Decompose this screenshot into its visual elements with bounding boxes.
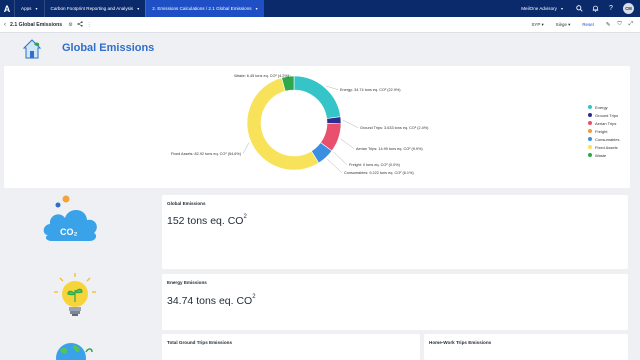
legend-label: Consumables [595, 136, 620, 142]
data-label: Consumables: 9.222 tons eq. CO² (6.1%) [344, 171, 414, 175]
leader-line [242, 142, 250, 154]
data-label: Fixed Assets: 82.92 tons eq. CO² (54.6%) [171, 152, 242, 156]
legend-label: Aerian Trips [595, 120, 617, 126]
nav-tab-apps[interactable]: Apps ▾ [14, 0, 44, 17]
chevron-down-icon: ▾ [568, 21, 571, 27]
chart-legend: Energy Ground Trips Aerian Trips Freight Con… [588, 103, 619, 159]
bookmark-icon[interactable]: ⛉ [617, 21, 621, 28]
home-work-trips-emissions-card: Home-Work Trips Emissions [424, 334, 628, 360]
globe-illustration [40, 338, 110, 360]
nav-tab-label: Apps [21, 6, 32, 11]
legend-item[interactable]: Energy [588, 103, 619, 111]
app-logo[interactable]: A [0, 0, 14, 17]
lightbulb-illustration [40, 272, 110, 324]
data-label: Freight: 0 tons eq. CO² (0.0%) [349, 163, 401, 167]
page-header: Global Emissions [4, 35, 636, 65]
site-selector[interactable]: Siège ▾ [556, 22, 571, 28]
data-label: Aerian Trips: 14.99 tons eq. CO² (9.9%) [356, 147, 423, 151]
back-icon[interactable]: ‹ [0, 22, 10, 28]
legend-label: Fixed Assets [595, 144, 618, 150]
card-title: Home-Work Trips Emissions [429, 340, 492, 345]
legend-swatch [588, 113, 592, 117]
card-title: Total Ground Trips Emissions [167, 340, 233, 345]
global-emissions-card: Global Emissions 152 tons eq. CO2 [162, 195, 628, 269]
bell-icon[interactable] [587, 0, 603, 17]
site-value: Siège [555, 21, 567, 27]
nav-tab-label: Carbon Footprint Reporting and Analysis [50, 6, 134, 11]
edit-icon[interactable]: ✎ [606, 22, 611, 28]
legend-item[interactable]: Aerian Trips [588, 119, 619, 127]
reset-button[interactable]: Reset [582, 22, 593, 27]
search-icon[interactable] [571, 0, 587, 17]
card-title: Energy Emissions [167, 280, 207, 285]
leader-line [340, 138, 355, 149]
gear-icon[interactable]: ⚙ [68, 22, 72, 28]
chevron-down-icon: ▾ [255, 6, 258, 11]
slice-energy[interactable] [293, 75, 341, 119]
legend-swatch [588, 137, 592, 141]
global-emissions-value: 152 tons eq. CO2 [167, 214, 247, 227]
donut-chart: Energy: 34.74 tons eq. CO² (22.9%) Ground… [171, 74, 429, 175]
nav-tab-label: 2. Emissions Calculations / 2.1 Global E… [152, 6, 252, 11]
page-title: 2.1 Global Emissions [10, 21, 63, 28]
co2-cloud-illustration: CO₂ [40, 195, 110, 250]
ground-trips-emissions-card: Total Ground Trips Emissions [162, 334, 420, 360]
legend-item[interactable]: Fixed Assets [588, 143, 619, 151]
cloud-label: CO₂ [60, 227, 78, 237]
chevron-down-icon: ▾ [35, 6, 38, 11]
more-icon[interactable]: ⋮ [87, 22, 92, 28]
org-label: MeilOne Advisory [521, 6, 557, 11]
data-label: Energy: 34.74 tons eq. CO² (22.9%) [340, 88, 401, 92]
energy-emissions-card: Energy Emissions 34.74 tons eq. CO2 [162, 274, 628, 330]
period-selector[interactable]: SYP ▾ [532, 22, 544, 28]
legend-item[interactable]: Consumables [588, 135, 619, 143]
data-label: Waste: 6.45 tons eq. CO² (4.2%) [234, 74, 290, 78]
top-navigation-bar: A Apps ▾ Carbon Footprint Reporting and … [0, 0, 640, 17]
fullscreen-icon[interactable]: ⤢ [629, 21, 633, 28]
value-text: 152 tons eq. CO [167, 215, 244, 227]
value-superscript: 2 [243, 214, 247, 220]
page-toolbar: ‹ 2.1 Global Emissions ⚙ ⋮ SYP ▾ Siège ▾… [0, 17, 640, 33]
legend-swatch [588, 105, 592, 109]
legend-label: Energy [595, 104, 608, 110]
org-switcher[interactable]: MeilOne Advisory ▾ [521, 6, 563, 11]
eco-house-icon [22, 39, 42, 59]
chevron-down-icon: ▾ [560, 6, 563, 11]
value-superscript: 2 [252, 294, 256, 300]
value-text: 34.74 tons eq. CO [167, 295, 253, 307]
leader-line [342, 119, 359, 128]
legend-swatch [588, 129, 592, 133]
legend-label: Waste [595, 152, 607, 158]
leader-line [326, 85, 339, 90]
nav-tab-model[interactable]: Carbon Footprint Reporting and Analysis … [43, 0, 146, 17]
page-heading: Global Emissions [62, 42, 155, 54]
avatar[interactable]: CM [623, 3, 634, 14]
leader-line [327, 158, 343, 173]
legend-item[interactable]: Freight [588, 127, 619, 135]
card-title: Global Emissions [167, 201, 206, 206]
chevron-down-icon: ▾ [137, 6, 140, 11]
chevron-down-icon: ▾ [541, 21, 544, 27]
legend-swatch [588, 145, 592, 149]
legend-swatch [588, 121, 592, 125]
legend-label: Freight [595, 128, 608, 134]
emissions-donut-chart-card: Energy: 34.74 tons eq. CO² (22.9%) Ground… [4, 66, 630, 188]
help-icon[interactable]: ? [603, 0, 619, 17]
data-label: Ground Trips: 3.633 tons eq. CO² (2.4%) [360, 126, 429, 130]
nav-tab-page[interactable]: 2. Emissions Calculations / 2.1 Global E… [145, 0, 264, 17]
legend-label: Ground Trips [595, 112, 619, 118]
energy-emissions-value: 34.74 tons eq. CO2 [167, 294, 256, 307]
share-icon[interactable] [76, 20, 83, 29]
leader-line [333, 151, 348, 165]
legend-item[interactable]: Waste [588, 151, 619, 159]
legend-item[interactable]: Ground Trips [588, 111, 619, 119]
legend-swatch [588, 153, 592, 157]
period-value: SYP [531, 21, 541, 27]
